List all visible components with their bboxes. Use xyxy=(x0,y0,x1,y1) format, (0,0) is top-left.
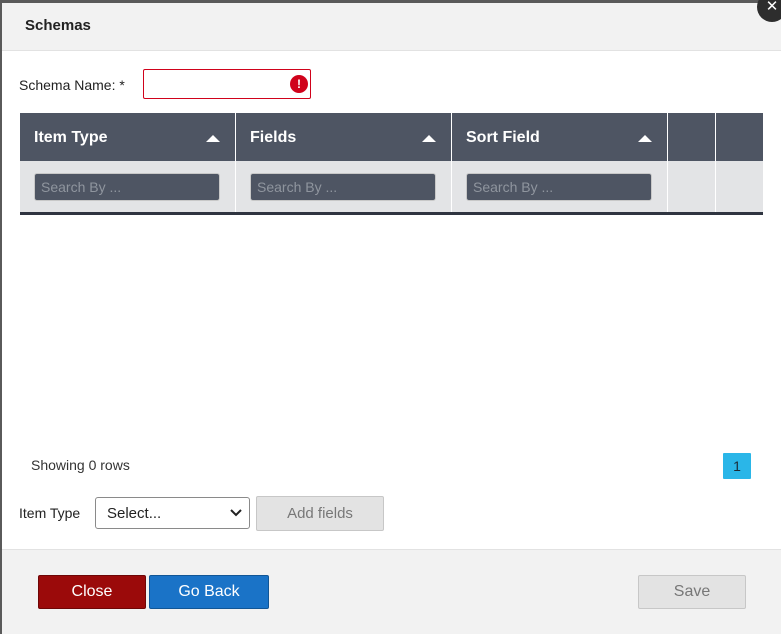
schema-name-label: Schema Name: * xyxy=(19,77,125,93)
grid-header-border xyxy=(20,212,763,215)
save-button[interactable]: Save xyxy=(638,575,746,609)
page-button-current[interactable]: 1 xyxy=(723,453,751,479)
error-icon: ! xyxy=(290,75,308,93)
sort-asc-icon[interactable] xyxy=(638,135,652,142)
column-divider xyxy=(235,113,236,212)
add-fields-button[interactable]: Add fields xyxy=(256,496,384,531)
dialog-title: Schemas xyxy=(25,17,91,34)
item-type-selected-value: Select... xyxy=(107,505,162,522)
column-header-sort-field[interactable]: Sort Field xyxy=(466,129,540,147)
schema-grid: Item Type Fields Sort Field xyxy=(20,113,763,215)
schemas-dialog: Schemas Schema Name: * ! Item Type Field… xyxy=(2,3,781,634)
fields-filter-input[interactable] xyxy=(250,173,436,201)
schema-name-input[interactable] xyxy=(143,69,311,99)
go-back-button[interactable]: Go Back xyxy=(149,575,269,609)
item-type-label: Item Type xyxy=(19,505,81,521)
dialog-footer: Close Go Back Save xyxy=(2,549,781,634)
row-count-status: Showing 0 rows xyxy=(31,457,130,473)
close-button[interactable]: Close xyxy=(38,575,146,609)
column-header-item-type[interactable]: Item Type xyxy=(34,129,108,147)
dialog-header: Schemas xyxy=(2,3,781,51)
item-type-select[interactable]: Select... xyxy=(95,497,250,529)
column-divider xyxy=(451,113,452,212)
sort-field-filter-input[interactable] xyxy=(466,173,652,201)
column-header-fields[interactable]: Fields xyxy=(250,129,296,147)
item-type-filter-input[interactable] xyxy=(34,173,220,201)
column-divider xyxy=(715,113,716,212)
chevron-down-icon xyxy=(230,509,242,517)
sort-asc-icon[interactable] xyxy=(422,135,436,142)
column-divider xyxy=(667,113,668,212)
sort-asc-icon[interactable] xyxy=(206,135,220,142)
